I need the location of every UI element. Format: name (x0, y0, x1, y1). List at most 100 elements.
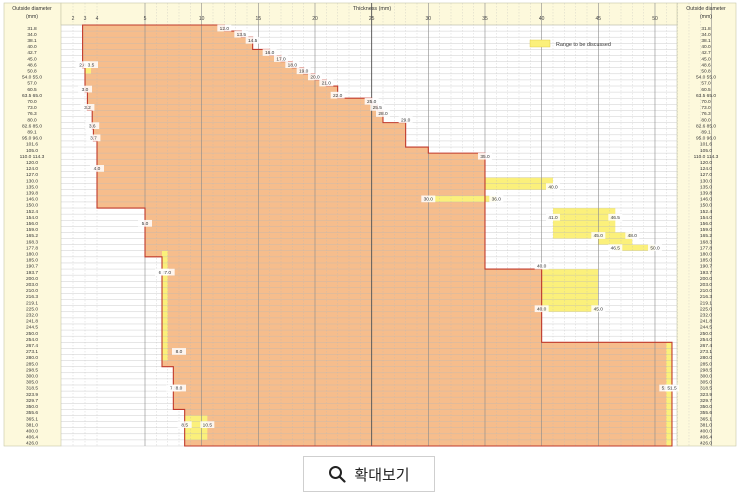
discuss-band (541, 269, 599, 312)
diameter-label-right: 190.7 (700, 264, 712, 270)
diameter-label-left: 159.0 (26, 227, 38, 233)
diameter-label-right: 152.4 (700, 209, 712, 215)
diameter-label-left: 241.8 (26, 319, 38, 325)
value-label: 35.0 (480, 154, 490, 160)
range-cell (161, 262, 485, 270)
diameter-label-left: 225.0 (26, 306, 38, 312)
diameter-label-left: 82.6 85.0 (22, 123, 42, 129)
diameter-label-right: 244.5 (700, 325, 712, 331)
diameter-label-left: 63.5 65.0 (22, 93, 42, 99)
diameter-label-left: 273.1 (26, 349, 38, 355)
chart-title: Thickness (mm) (353, 6, 392, 12)
diameter-label-left: 298.5 (26, 367, 38, 373)
range-cell (161, 256, 485, 264)
diameter-label-left: 210.0 (26, 288, 38, 294)
diameter-label-right: 165.2 (700, 233, 712, 239)
diameter-label-left: 139.8 (26, 190, 38, 196)
left-header-unit: (mm) (26, 14, 38, 20)
value-label: 19.0 (299, 68, 309, 74)
range-cell (173, 391, 672, 398)
range-cell (82, 55, 281, 62)
thickness-chart: Outside diameter (mm) Outside diameter (mm)… (3, 2, 737, 447)
diameter-label-left: 180.0 (26, 252, 38, 258)
range-cell (97, 165, 485, 172)
range-cell (97, 177, 485, 184)
x-tick-label: 4 (96, 16, 99, 22)
range-cell (92, 116, 383, 123)
zoom-button[interactable]: 확대보기 (303, 456, 435, 492)
value-label: 51.5 (667, 386, 677, 392)
x-tick-label: 45 (596, 16, 602, 22)
diameter-label-left: 426.0 (26, 441, 38, 447)
value-label: 48.0 (628, 233, 638, 239)
diameter-label-left: 165.2 (26, 233, 38, 239)
diameter-label-left: 267.4 (26, 343, 38, 349)
value-label: 3.0 (82, 87, 89, 93)
value-label: 18.0 (288, 62, 298, 68)
diameter-label-left: 57.0 (27, 81, 37, 87)
range-cell (85, 73, 315, 81)
diameter-label-left: 232.0 (26, 313, 38, 319)
diameter-label-right: 216.3 (700, 294, 712, 300)
value-label: 3.7 (90, 136, 97, 142)
value-label: 40.0 (537, 264, 547, 270)
diameter-label-right: 225.0 (700, 306, 712, 312)
diameter-label-right: 329.7 (700, 398, 712, 404)
diameter-label-left: 130.0 (26, 178, 38, 184)
diameter-label-right: 54.0 55.0 (696, 75, 716, 81)
x-tick-label: 25 (369, 16, 375, 22)
diameter-label-left: 60.5 (27, 87, 37, 93)
range-cell (87, 104, 378, 111)
diameter-label-right: 95.0 96.0 (696, 136, 716, 142)
value-label: 50.0 (650, 245, 660, 251)
x-tick-label: 50 (652, 16, 658, 22)
diameter-label-right: 355.6 (700, 410, 712, 416)
range-cell (92, 110, 383, 117)
value-label: 46.5 (611, 245, 621, 251)
diameter-label-right: 110.0 114.3 (694, 154, 719, 160)
diameter-label-left: 177.8 (26, 245, 38, 251)
diameter-label-left: 45.0 (27, 56, 37, 62)
diameter-label-right: 203.0 (700, 282, 712, 288)
zoom-button-label: 확대보기 (354, 465, 410, 484)
diameter-label-right: 124.0 (700, 166, 712, 172)
diameter-label-left: 105.0 (26, 148, 38, 154)
range-cell (173, 384, 672, 392)
value-label: 46.5 (611, 215, 621, 221)
diameter-label-left: 146.0 (26, 197, 38, 203)
diameter-label-right: 48.6 (701, 62, 711, 68)
range-cell (97, 189, 485, 197)
range-cell (87, 98, 372, 105)
diameter-label-right: 168.3 (700, 239, 712, 245)
diameter-label-left: 110.0 114.3 (20, 154, 45, 160)
range-cell (97, 140, 406, 148)
range-cell (85, 86, 338, 93)
diameter-label-left: 124.0 (26, 166, 38, 172)
diameter-label-right: 40.0 (701, 44, 711, 50)
x-tick-label: 2 (72, 16, 75, 22)
diameter-label-left: 80.0 (27, 117, 37, 123)
range-cell (97, 159, 485, 166)
range-cell (173, 378, 672, 386)
value-label: 7.0 (164, 270, 171, 276)
diameter-label-left: 42.7 (27, 50, 37, 56)
diameter-label-left: 244.5 (26, 325, 38, 331)
diameter-label-right: 130.0 (700, 178, 712, 184)
diameter-label-right: 298.5 (700, 367, 712, 373)
diameter-label-right: 381.0 (700, 422, 712, 428)
value-label: 5.0 (142, 221, 149, 227)
diameter-label-left: 120.0 (26, 160, 38, 166)
legend-swatch (529, 39, 551, 48)
x-tick-label: 15 (256, 16, 262, 22)
x-tick-label: 35 (482, 16, 488, 22)
diameter-label-right: 200.0 (700, 276, 712, 282)
value-label: 28.0 (378, 111, 388, 117)
value-label: 14.5 (248, 38, 258, 44)
diameter-label-right: 135.0 (700, 184, 712, 190)
range-cell (82, 49, 270, 56)
value-label: 3.5 (88, 62, 95, 68)
value-label: 40.0 (548, 184, 558, 190)
diameter-label-right: 60.5 (701, 87, 711, 93)
range-cell (82, 25, 225, 32)
value-label: 20.0 (310, 75, 320, 81)
